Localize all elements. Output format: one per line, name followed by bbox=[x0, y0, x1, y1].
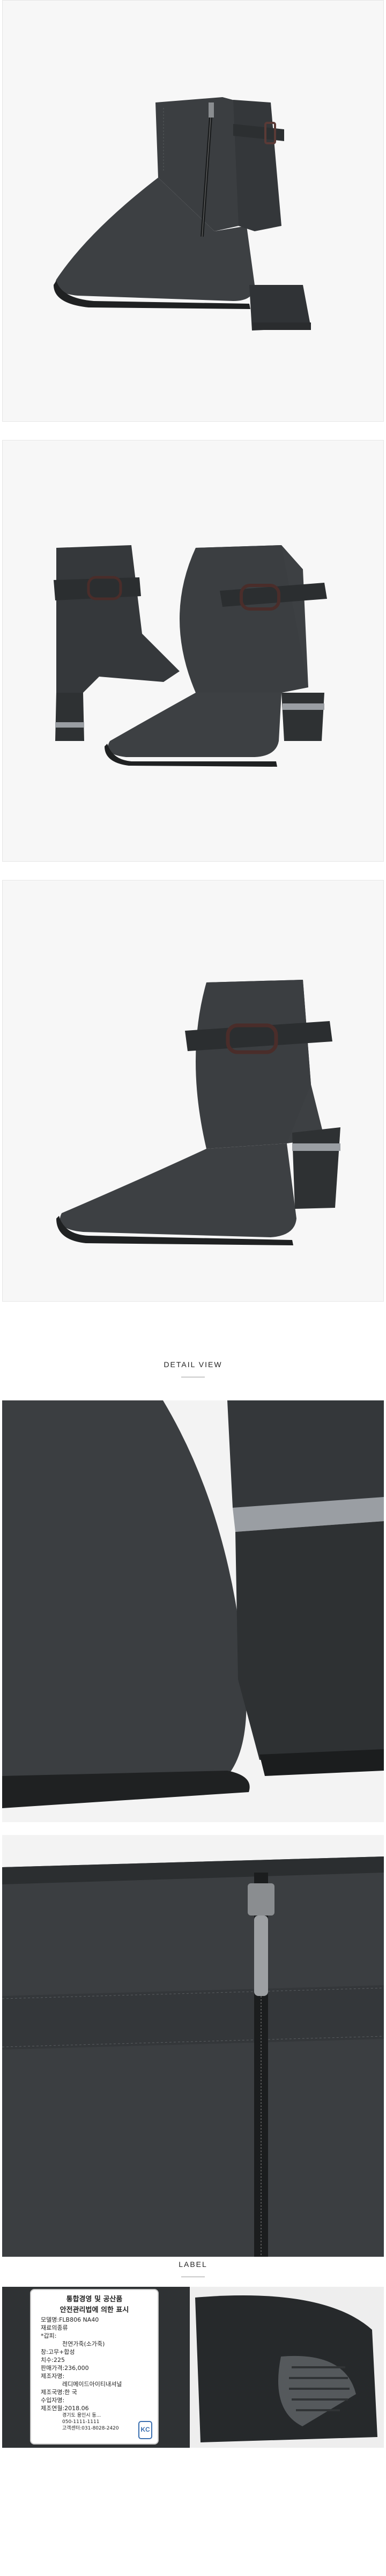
kc-cert-icon: KC bbox=[138, 2421, 152, 2439]
product-photo-side bbox=[2, 0, 384, 422]
detail-photo-zipper bbox=[2, 1835, 384, 2257]
label-line: 경기도 용인시 동... bbox=[62, 2413, 101, 2418]
detail-photo-toe bbox=[2, 1400, 384, 1822]
label-line: 치수:225 bbox=[41, 2357, 65, 2364]
product-photo-front bbox=[2, 880, 384, 1302]
label-line: 판매가격:236,000 bbox=[41, 2365, 89, 2372]
label-title: LABEL bbox=[179, 2260, 207, 2269]
zipper-detail-photo bbox=[2, 1835, 384, 2257]
boot-pair-photo bbox=[3, 441, 383, 861]
label-line: *갑피: bbox=[41, 2332, 57, 2339]
label-line: 수입자명: bbox=[41, 2397, 65, 2404]
label-line: 모델명:FLB806 NA40 bbox=[41, 2316, 99, 2323]
toe-detail-photo bbox=[2, 1400, 384, 1822]
label-heading-1: 통합경영 및 공산품 bbox=[66, 2295, 123, 2303]
label-line: 창:고무+합성 bbox=[41, 2349, 75, 2355]
label-line: 천연가죽(소가죽) bbox=[62, 2340, 105, 2347]
label-photo-panel: 통합경영 및 공산품 안전관리법에 의한 표시 모델명:FLB806 NA40 … bbox=[2, 2287, 384, 2448]
label-line: 제조연월:2018.06 bbox=[41, 2405, 89, 2412]
detail-view-title: DETAIL VIEW bbox=[164, 1360, 222, 1369]
label-line: 제조자명: bbox=[41, 2373, 65, 2380]
label-heading-2: 안전관리법에 의한 표시 bbox=[60, 2306, 129, 2314]
product-photo-pair bbox=[2, 440, 384, 862]
product-label-card: 통합경영 및 공산품 안전관리법에 의한 표시 모델명:FLB806 NA40 … bbox=[30, 2289, 159, 2445]
boot-front-photo bbox=[3, 880, 383, 1301]
label-line: 재료의종류 bbox=[41, 2324, 68, 2331]
label-line: 레디메이드아이티내셔널 bbox=[62, 2381, 122, 2388]
boot-side-photo bbox=[3, 1, 383, 421]
label-line: 제조국명:한 국 bbox=[41, 2389, 77, 2396]
